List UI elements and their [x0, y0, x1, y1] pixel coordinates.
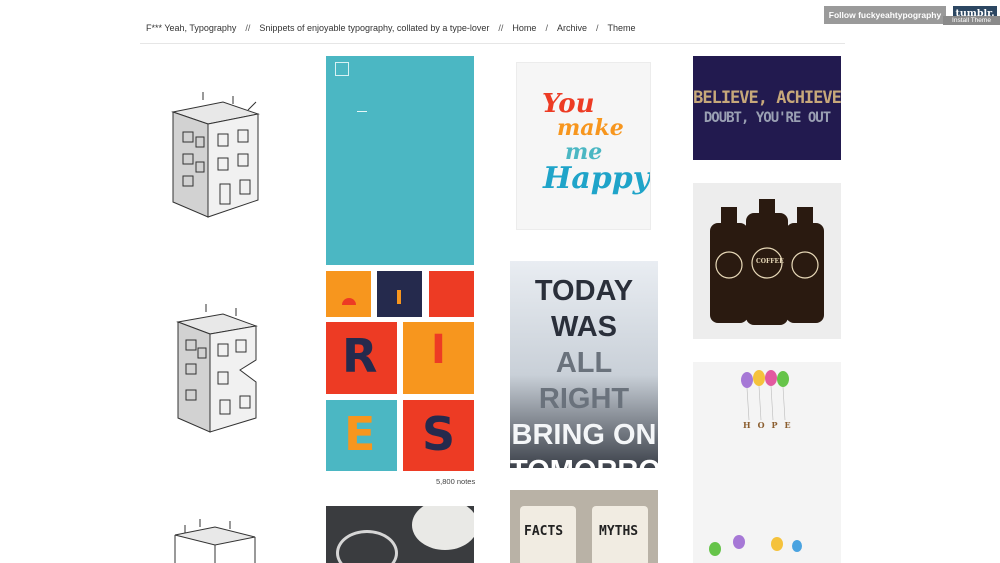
- building-sketch-image: [174, 519, 256, 563]
- believe-line-1: BELIEVE, ACHIEVE: [693, 88, 841, 108]
- notes-count[interactable]: 5,800 notes: [436, 477, 475, 486]
- letter-tiles-post[interactable]: R I E S: [326, 271, 474, 471]
- myths-label: MYTHS: [599, 524, 639, 539]
- nav-archive-link[interactable]: Archive: [557, 23, 587, 33]
- happy-line-2: make: [557, 115, 624, 141]
- facts-label: FACTS: [524, 524, 564, 539]
- separator: //: [498, 23, 504, 33]
- building-sketch-image: [176, 304, 258, 433]
- blog-title-link[interactable]: F*** Yeah, Typography: [146, 23, 236, 33]
- hope-letter-h: H: [743, 420, 751, 430]
- hope-letter-o: O: [757, 420, 765, 430]
- follow-button[interactable]: Follow fuckyeahtypography: [824, 6, 946, 24]
- happy-line-4: Happy: [543, 161, 651, 196]
- hope-letter-e: E: [784, 420, 791, 430]
- hope-letter-p: P: [771, 420, 778, 430]
- hope-letters: H O P E: [743, 420, 791, 430]
- header-divider: [140, 43, 845, 44]
- building-sketch-post[interactable]: [160, 515, 270, 563]
- today-line-1: TODAY: [534, 275, 634, 307]
- tile-letter-r: R: [342, 329, 378, 383]
- tile-letter-e: E: [344, 407, 376, 461]
- coffee-bottles-post[interactable]: COFFEE: [693, 183, 841, 339]
- nav-home-link[interactable]: Home: [512, 23, 536, 33]
- happy-poster-post[interactable]: You make me Happy: [516, 62, 651, 230]
- install-theme-button[interactable]: Install Theme: [943, 16, 1000, 25]
- today-poster-post[interactable]: TODAY WAS ALL RIGHT BRING ON TOMORROW: [510, 261, 658, 468]
- tiny-logo: [335, 62, 349, 76]
- bottle-label-text: COFFEE: [756, 258, 784, 265]
- today-line-3: ALL RIGHT: [538, 347, 630, 415]
- believe-line-2: DOUBT, YOU'RE OUT: [703, 110, 831, 126]
- tiny-caption: [357, 111, 367, 112]
- hope-balloons-image: [709, 370, 802, 556]
- today-line-4: BRING ON: [511, 419, 657, 451]
- tile-letter-s: S: [422, 407, 456, 461]
- building-sketch-post[interactable]: [148, 92, 278, 232]
- building-sketch-post[interactable]: [148, 300, 278, 450]
- today-line-5: TOMORROW: [510, 453, 658, 468]
- header-nav: F*** Yeah, Typography // Snippets of enj…: [146, 19, 636, 37]
- believe-poster-post[interactable]: BELIEVE, ACHIEVE DOUBT, YOU'RE OUT: [693, 56, 841, 160]
- tile-letter-i: I: [431, 327, 446, 373]
- frosting-photo-post[interactable]: [326, 506, 474, 563]
- today-line-2: WAS: [550, 311, 618, 343]
- separator: /: [595, 23, 599, 33]
- frosting-bowl: [412, 506, 474, 550]
- blog-description: Snippets of enjoyable typography, collat…: [259, 23, 490, 33]
- nav-theme-link[interactable]: Theme: [607, 23, 635, 33]
- facts-myths-post[interactable]: FACTS MYTHS: [510, 490, 658, 563]
- hope-balloons-post[interactable]: H O P E: [693, 362, 841, 563]
- teal-poster-post[interactable]: [326, 56, 474, 265]
- today-poster-text: TODAY WAS ALL RIGHT BRING ON TOMORROW: [510, 273, 658, 468]
- separator: /: [545, 23, 548, 33]
- plate: [336, 530, 398, 563]
- separator: //: [245, 23, 251, 33]
- building-sketch-image: [171, 92, 260, 218]
